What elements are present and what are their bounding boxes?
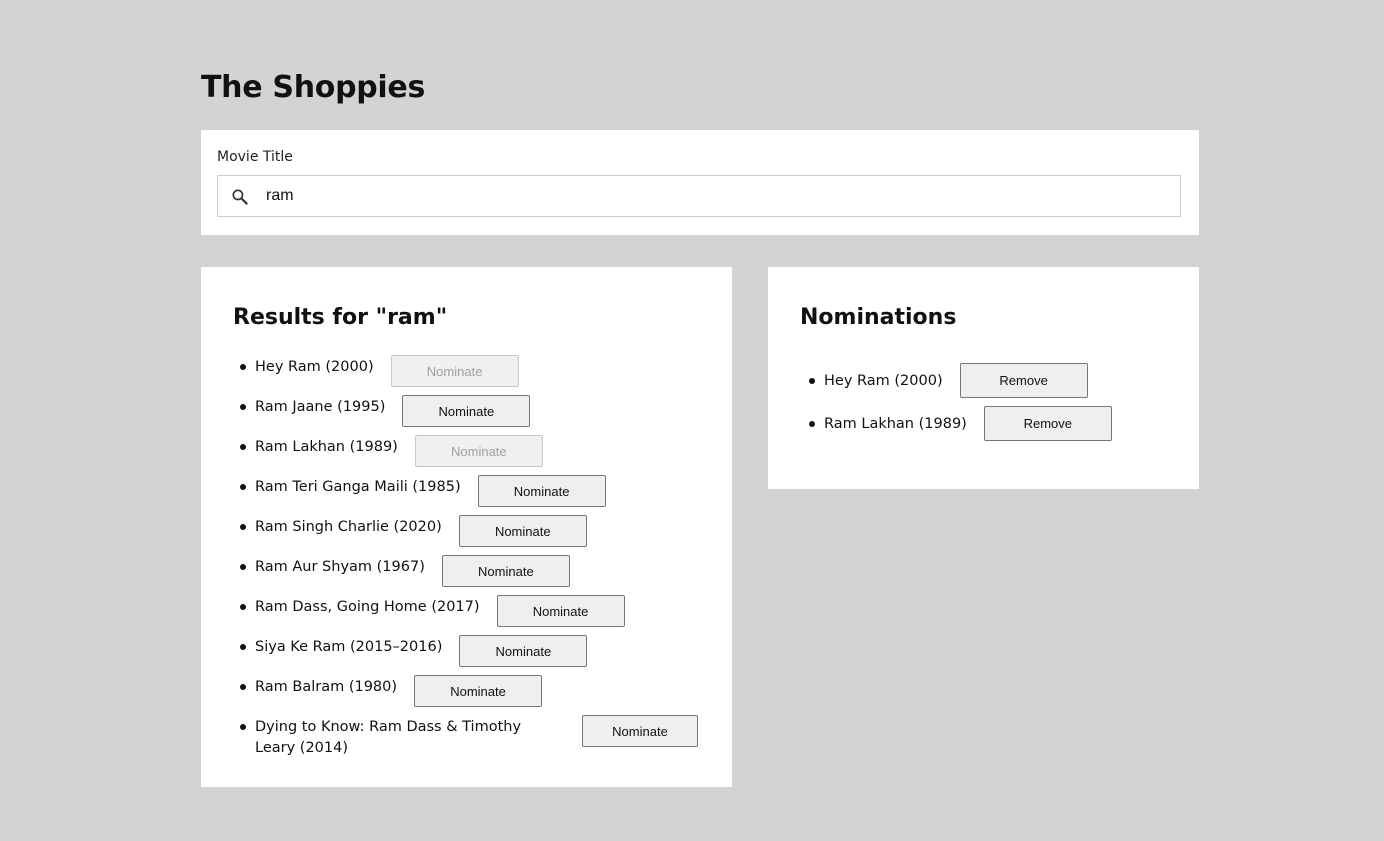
search-card: Movie Title bbox=[201, 130, 1199, 235]
movie-title: Ram Aur Shyam (1967) bbox=[255, 559, 425, 575]
movie-title: Ram Singh Charlie (2020) bbox=[255, 519, 442, 535]
nominate-button[interactable]: Nominate bbox=[390, 355, 519, 387]
list-item: Ram Aur Shyam (1967) Nominate bbox=[240, 555, 698, 595]
movie-title: Ram Teri Ganga Maili (1985) bbox=[255, 479, 461, 495]
list-item: Ram Balram (1980) Nominate bbox=[240, 675, 698, 715]
list-item: Hey Ram (2000) Nominate bbox=[240, 355, 698, 395]
list-item: Ram Teri Ganga Maili (1985) Nominate bbox=[240, 475, 698, 515]
movie-title: Ram Jaane (1995) bbox=[255, 399, 386, 415]
list-item: Ram Singh Charlie (2020) Nominate bbox=[240, 515, 698, 555]
list-item: Ram Lakhan (1989) Remove bbox=[809, 406, 1112, 449]
nominate-button[interactable]: Nominate bbox=[402, 395, 531, 427]
remove-button[interactable]: Remove bbox=[959, 363, 1088, 398]
list-item: Ram Dass, Going Home (2017) Nominate bbox=[240, 595, 698, 635]
movie-title: Hey Ram (2000) bbox=[255, 359, 374, 375]
results-card: Results for "ram" Hey Ram (2000) Nominat… bbox=[201, 267, 732, 787]
nominate-button[interactable]: Nominate bbox=[458, 515, 587, 547]
nominate-button[interactable]: Nominate bbox=[496, 595, 625, 627]
nominate-button[interactable]: Nominate bbox=[414, 675, 543, 707]
search-input[interactable] bbox=[266, 181, 1166, 211]
bullet bbox=[240, 444, 246, 450]
bullet bbox=[240, 404, 246, 410]
nominate-button[interactable]: Nominate bbox=[477, 475, 606, 507]
list-item: Siya Ke Ram (2015–2016) Nominate bbox=[240, 635, 698, 675]
list-item: Hey Ram (2000) Remove bbox=[809, 363, 1112, 406]
list-item: Ram Jaane (1995) Nominate bbox=[240, 395, 698, 435]
bullet bbox=[240, 724, 246, 730]
bullet bbox=[809, 378, 815, 384]
nominate-button[interactable]: Nominate bbox=[582, 715, 698, 747]
search-box[interactable] bbox=[217, 175, 1181, 217]
bullet bbox=[240, 644, 246, 650]
movie-title: Dying to Know: Ram Dass & Timothy Leary … bbox=[255, 719, 522, 756]
search-label: Movie Title bbox=[217, 149, 293, 165]
bullet bbox=[240, 524, 246, 530]
movie-title: Ram Dass, Going Home (2017) bbox=[255, 599, 480, 615]
movie-title: Ram Balram (1980) bbox=[255, 679, 398, 695]
nominate-button[interactable]: Nominate bbox=[459, 635, 588, 667]
bullet bbox=[240, 604, 246, 610]
movie-title: Siya Ke Ram (2015–2016) bbox=[255, 639, 443, 655]
nominations-heading: Nominations bbox=[800, 305, 957, 330]
nominations-list: Hey Ram (2000) Remove Ram Lakhan (1989) … bbox=[809, 363, 1112, 449]
nominate-button[interactable]: Nominate bbox=[441, 555, 570, 587]
list-item: Dying to Know: Ram Dass & Timothy Leary … bbox=[240, 715, 698, 756]
bullet bbox=[240, 364, 246, 370]
remove-button[interactable]: Remove bbox=[983, 406, 1112, 441]
bullet bbox=[240, 564, 246, 570]
movie-title: Ram Lakhan (1989) bbox=[824, 416, 967, 432]
bullet bbox=[809, 421, 815, 427]
bullet bbox=[240, 484, 246, 490]
page-title: The Shoppies bbox=[201, 70, 426, 105]
list-item: Ram Lakhan (1989) Nominate bbox=[240, 435, 698, 475]
movie-title: Hey Ram (2000) bbox=[824, 373, 943, 389]
nominate-button[interactable]: Nominate bbox=[414, 435, 543, 467]
results-heading: Results for "ram" bbox=[233, 305, 448, 330]
search-icon bbox=[232, 189, 248, 205]
results-list: Hey Ram (2000) Nominate Ram Jaane (1995)… bbox=[240, 355, 698, 756]
nominations-card: Nominations Hey Ram (2000) Remove Ram La… bbox=[768, 267, 1199, 489]
movie-title: Ram Lakhan (1989) bbox=[255, 439, 398, 455]
bullet bbox=[240, 684, 246, 690]
